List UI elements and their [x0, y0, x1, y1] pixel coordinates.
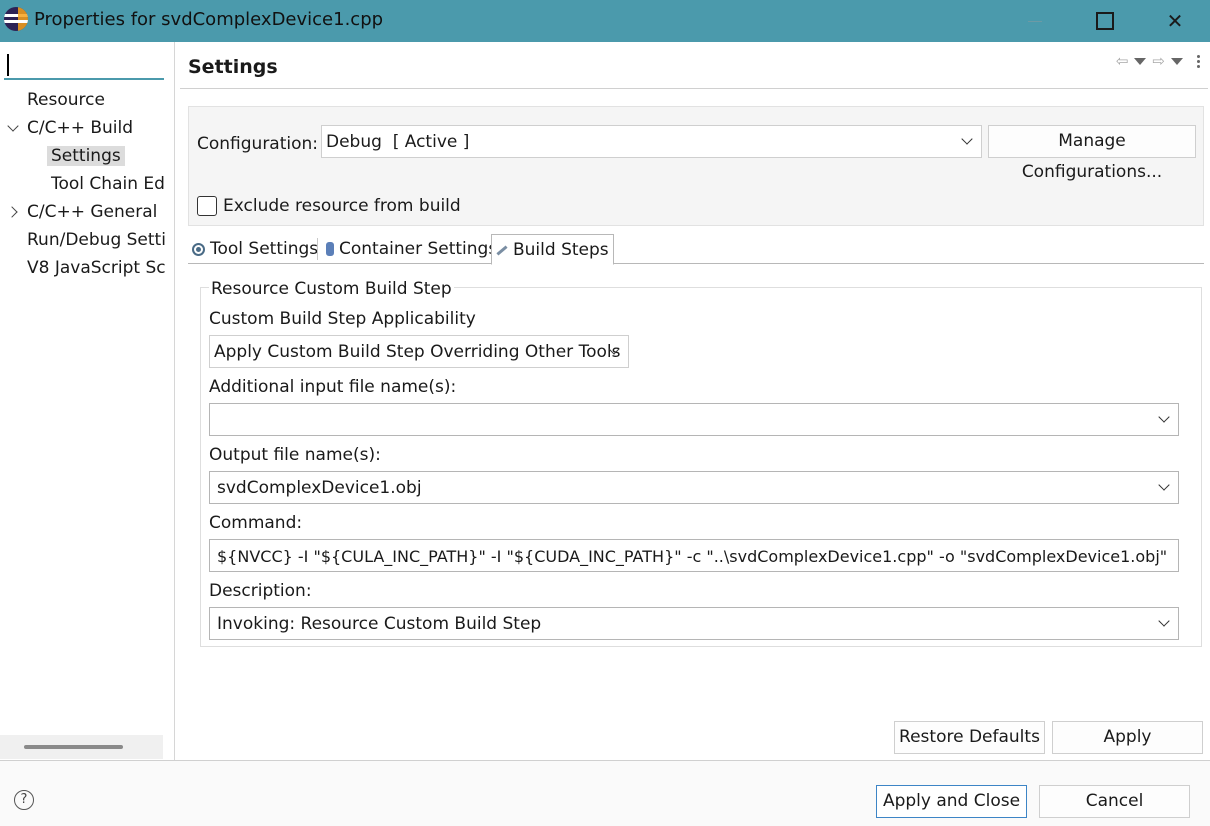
input-files-label: Additional input file name(s): — [209, 377, 457, 397]
applicability-value: Apply Custom Build Step Overriding Other… — [214, 342, 621, 362]
nav-item-label: C/C++ General — [27, 202, 158, 222]
build-steps-icon — [496, 244, 508, 256]
nav-item-cpp-build[interactable]: C/C++ Build — [23, 114, 173, 142]
forward-arrow-icon[interactable]: ⇨ — [1152, 52, 1165, 70]
configuration-value: Debug [ Active ] — [326, 132, 470, 152]
nav-horizontal-scrollbar[interactable] — [0, 735, 163, 759]
settings-tabs: Tool Settings Container Settings Build S… — [188, 234, 1204, 265]
manage-configurations-button[interactable]: Manage Configurations... — [988, 125, 1196, 182]
cancel-button[interactable]: Cancel — [1039, 785, 1190, 818]
tab-container-settings[interactable]: Container Settings — [322, 234, 501, 264]
tab-tool-settings[interactable]: Tool Settings — [188, 234, 322, 264]
output-files-combo[interactable]: svdComplexDevice1.obj — [209, 471, 1179, 504]
chevron-right-icon[interactable] — [7, 205, 21, 219]
applicability-label: Custom Build Step Applicability — [209, 309, 476, 329]
scrollbar-thumb[interactable] — [24, 745, 123, 749]
nav-item-v8-javascript[interactable]: V8 JavaScript Scri — [23, 254, 165, 282]
minimize-button[interactable] — [1000, 0, 1070, 42]
nav-item-label: V8 JavaScript Scri — [27, 258, 165, 278]
nav-item-label: Tool Chain Edi — [51, 174, 165, 194]
tab-label: Tool Settings — [210, 239, 319, 259]
chevron-down-icon[interactable] — [1158, 479, 1170, 491]
back-menu-icon[interactable] — [1134, 57, 1147, 65]
configuration-label: Configuration: — [197, 134, 319, 154]
nav-item-cpp-general[interactable]: C/C++ General — [23, 198, 173, 226]
container-icon — [326, 242, 334, 256]
close-button[interactable]: ✕ — [1140, 0, 1210, 42]
applicability-select[interactable]: Apply Custom Build Step Overriding Other… — [209, 335, 629, 368]
history-nav: ⇦ ⇨ — [1116, 52, 1200, 70]
nav-item-run-debug-settings[interactable]: Run/Debug Settir — [23, 226, 165, 254]
nav-item-label: Settings — [47, 146, 125, 166]
apply-button[interactable]: Apply — [1052, 721, 1203, 754]
configuration-group: Configuration: Debug [ Active ] Manage C… — [188, 106, 1204, 226]
nav-item-tool-chain-editor[interactable]: Tool Chain Edi — [47, 170, 165, 198]
chevron-down-icon[interactable] — [7, 121, 21, 135]
custom-build-step-group: Resource Custom Build Step Custom Build … — [200, 279, 1202, 647]
command-combo[interactable]: ${NVCC} -I "${CULA_INC_PATH}" -I "${CUDA… — [209, 539, 1179, 572]
input-files-combo[interactable] — [209, 403, 1179, 436]
tab-label: Build Steps — [513, 239, 609, 260]
command-value: ${NVCC} -I "${CULA_INC_PATH}" -I "${CUDA… — [217, 547, 1168, 566]
close-icon: ✕ — [1166, 9, 1184, 33]
command-label: Command: — [209, 513, 303, 533]
exclude-from-build[interactable]: Exclude resource from build — [197, 196, 461, 216]
view-menu-icon[interactable] — [1197, 54, 1200, 68]
group-title: Resource Custom Build Step — [209, 279, 454, 299]
output-files-value: svdComplexDevice1.obj — [217, 478, 422, 498]
help-icon[interactable]: ? — [14, 790, 34, 810]
title-divider — [180, 88, 1208, 89]
apply-and-close-button[interactable]: Apply and Close — [876, 785, 1027, 818]
tool-settings-icon — [192, 242, 205, 256]
settings-page: Settings ⇦ ⇨ Configuration: Debug [ Acti… — [176, 42, 1210, 760]
properties-nav: Resource C/C++ Build Settings Tool Chain… — [0, 42, 175, 760]
filter-input[interactable] — [4, 50, 164, 80]
exclude-label: Exclude resource from build — [223, 196, 461, 216]
eclipse-app-icon — [4, 7, 28, 31]
nav-item-label: Run/Debug Settir — [27, 230, 165, 250]
exclude-checkbox[interactable] — [197, 196, 217, 216]
description-label: Description: — [209, 581, 312, 601]
nav-item-resource[interactable]: Resource — [23, 86, 173, 114]
maximize-button[interactable] — [1070, 0, 1140, 42]
description-value: Invoking: Resource Custom Build Step — [217, 614, 542, 634]
configuration-select[interactable]: Debug [ Active ] — [321, 125, 982, 158]
window-title: Properties for svdComplexDevice1.cpp — [34, 9, 384, 30]
chevron-down-icon — [961, 133, 973, 145]
back-arrow-icon[interactable]: ⇦ — [1116, 52, 1129, 70]
output-files-label: Output file name(s): — [209, 445, 381, 465]
restore-defaults-button[interactable]: Restore Defaults — [894, 721, 1045, 754]
dialog-footer: ? Apply and Close Cancel — [0, 761, 1210, 826]
tab-label: Container Settings — [339, 239, 498, 259]
chevron-down-icon[interactable] — [1158, 411, 1170, 423]
forward-menu-icon[interactable] — [1171, 57, 1183, 65]
chevron-down-icon[interactable] — [1158, 615, 1170, 627]
description-combo[interactable]: Invoking: Resource Custom Build Step — [209, 607, 1179, 640]
nav-item-label: Resource — [27, 90, 105, 110]
nav-item-settings[interactable]: Settings — [47, 142, 167, 170]
tab-build-steps[interactable]: Build Steps — [491, 234, 614, 265]
nav-item-label: C/C++ Build — [27, 118, 134, 138]
page-title: Settings — [188, 56, 278, 78]
title-bar: Properties for svdComplexDevice1.cpp ✕ — [0, 0, 1210, 42]
